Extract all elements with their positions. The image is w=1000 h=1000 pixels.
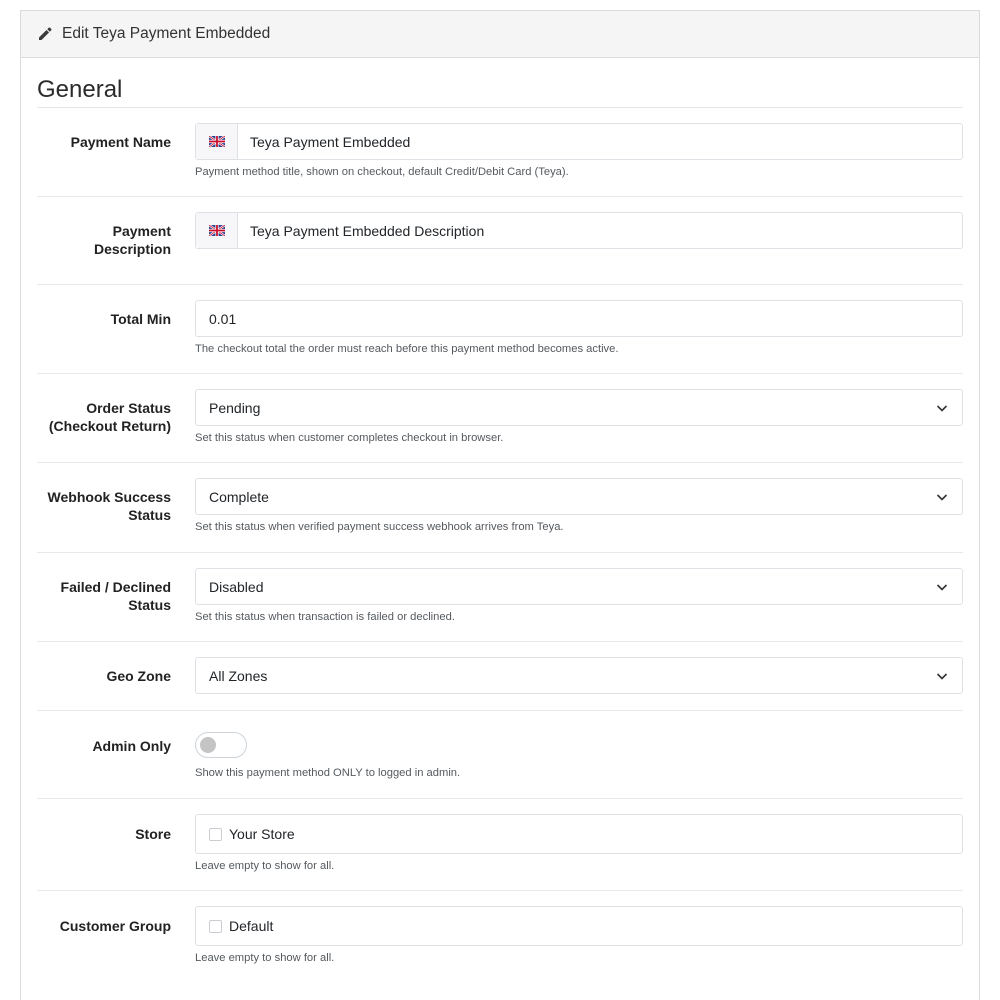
webhook-status-value: Complete bbox=[209, 488, 269, 505]
failed-status-value: Disabled bbox=[209, 578, 264, 595]
customer-group-row: Customer Group Default Leave empty to sh… bbox=[37, 891, 963, 991]
total-min-input[interactable]: 0.01 bbox=[195, 300, 963, 337]
payment-description-label-line2: Description bbox=[93, 241, 171, 257]
webhook-status-select[interactable]: Complete bbox=[195, 478, 963, 515]
failed-status-label: Failed / Declined Status bbox=[37, 568, 195, 641]
order-status-label-line1: Order Status bbox=[86, 400, 171, 416]
geo-zone-value: All Zones bbox=[209, 667, 268, 684]
payment-description-label: Payment Description bbox=[37, 212, 195, 284]
geo-zone-row: Geo Zone All Zones bbox=[37, 642, 963, 711]
page-title: Edit Teya Payment Embedded bbox=[62, 25, 271, 42]
order-status-help: Set this status when customer completes … bbox=[195, 432, 504, 444]
store-label: Store bbox=[135, 826, 171, 842]
total-min-label: Total Min bbox=[110, 311, 171, 327]
customer-group-option-label[interactable]: Default bbox=[229, 918, 273, 934]
webhook-status-label-line1: Webhook Success bbox=[47, 489, 171, 505]
failed-status-row: Failed / Declined Status Disabled Set th… bbox=[37, 553, 963, 642]
customer-group-checkbox-well: Default bbox=[195, 906, 963, 946]
order-status-row: Order Status (Checkout Return) Pending S… bbox=[37, 374, 963, 463]
order-status-label-line2: (Checkout Return) bbox=[48, 418, 171, 434]
chevron-down-icon bbox=[936, 491, 948, 503]
toggle-knob bbox=[200, 737, 216, 753]
uk-flag-icon bbox=[196, 124, 238, 159]
payment-description-label-line1: Payment bbox=[112, 223, 171, 239]
payment-description-row: Payment Description Teya Payment Embedde… bbox=[37, 197, 963, 285]
webhook-status-label: Webhook Success Status bbox=[37, 478, 195, 552]
payment-name-label: Payment Name bbox=[70, 134, 171, 150]
customer-group-label: Customer Group bbox=[59, 918, 171, 934]
total-min-help: The checkout total the order must reach … bbox=[195, 343, 619, 355]
webhook-status-help: Set this status when verified payment su… bbox=[195, 521, 564, 533]
payment-description-input[interactable]: Teya Payment Embedded Description bbox=[238, 213, 962, 248]
customer-group-help: Leave empty to show for all. bbox=[195, 952, 335, 964]
order-status-label: Order Status (Checkout Return) bbox=[37, 389, 195, 462]
failed-status-select[interactable]: Disabled bbox=[195, 568, 963, 605]
webhook-status-label-line2: Status bbox=[128, 507, 171, 523]
admin-only-row: Admin Only Show this payment method ONLY… bbox=[37, 711, 963, 799]
store-option-label[interactable]: Your Store bbox=[229, 826, 295, 842]
edit-payment-card: Edit Teya Payment Embedded General Payme… bbox=[20, 10, 980, 1000]
chevron-down-icon bbox=[936, 581, 948, 593]
card-header: Edit Teya Payment Embedded bbox=[21, 11, 979, 58]
chevron-down-icon bbox=[936, 402, 948, 414]
chevron-down-icon bbox=[936, 670, 948, 682]
store-help: Leave empty to show for all. bbox=[195, 860, 335, 872]
webhook-status-row: Webhook Success Status Complete Set this… bbox=[37, 463, 963, 553]
payment-name-row: Payment Name Teya Payment Embedded Payme… bbox=[37, 108, 963, 197]
store-checkbox-well: Your Store bbox=[195, 814, 963, 854]
uk-flag-icon bbox=[196, 213, 238, 248]
failed-status-label-line1: Failed / Declined bbox=[60, 579, 171, 595]
payment-name-input-group: Teya Payment Embedded bbox=[195, 123, 963, 160]
geo-zone-select[interactable]: All Zones bbox=[195, 657, 963, 694]
admin-only-help: Show this payment method ONLY to logged … bbox=[195, 767, 461, 779]
order-status-select[interactable]: Pending bbox=[195, 389, 963, 426]
payment-name-help: Payment method title, shown on checkout,… bbox=[195, 166, 569, 178]
order-status-value: Pending bbox=[209, 399, 261, 416]
customer-group-checkbox[interactable] bbox=[209, 919, 222, 933]
total-min-row: Total Min 0.01 The checkout total the or… bbox=[37, 285, 963, 374]
store-checkbox[interactable] bbox=[209, 827, 222, 841]
section-title: General bbox=[37, 58, 963, 108]
geo-zone-label: Geo Zone bbox=[106, 668, 171, 684]
failed-status-help: Set this status when transaction is fail… bbox=[195, 611, 455, 623]
failed-status-label-line2: Status bbox=[128, 597, 171, 613]
admin-only-label: Admin Only bbox=[92, 738, 171, 754]
admin-only-toggle[interactable] bbox=[195, 732, 247, 758]
pencil-icon bbox=[37, 26, 53, 42]
payment-name-input[interactable]: Teya Payment Embedded bbox=[238, 124, 962, 159]
store-row: Store Your Store Leave empty to show for… bbox=[37, 799, 963, 891]
payment-description-input-group: Teya Payment Embedded Description bbox=[195, 212, 963, 249]
